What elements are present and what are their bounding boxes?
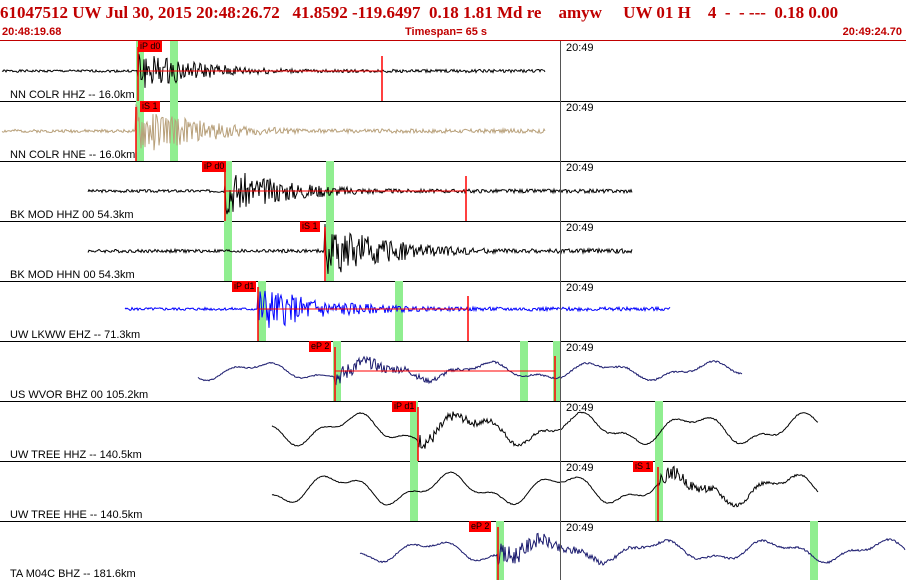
minute-marker-label: 20:49: [566, 522, 594, 534]
phase-pick-flag[interactable]: iP d1: [392, 401, 417, 412]
station-label: UW TREE HHZ -- 140.5km: [10, 449, 142, 461]
phase-pick-flag[interactable]: iP d0: [202, 161, 227, 172]
phase-window: [655, 461, 663, 521]
waveform-trace: [87, 221, 633, 281]
phase-pick-flag[interactable]: iP d0: [138, 41, 163, 52]
phase-pick-flag[interactable]: iP d1: [232, 281, 257, 292]
station-label: UW LKWW EHZ -- 71.3km: [10, 329, 141, 341]
phase-window: [655, 401, 663, 461]
minute-marker-line: [560, 221, 561, 281]
station-label: TA M04C BHZ -- 181.6km: [10, 568, 136, 580]
start-time: 20:48:19.68: [2, 26, 62, 38]
station-label: BK MOD HHZ 00 54.3km: [10, 209, 134, 221]
timespan-label: Timespan= 65 s: [405, 26, 488, 38]
waveform-line: [359, 532, 906, 566]
minute-marker-line: [560, 41, 561, 101]
seismogram-panel[interactable]: 20:49 iP d1 UW TREE HHZ -- 140.5km: [0, 401, 906, 462]
seismogram-panel[interactable]: 20:49 iP d0 NN COLR HHZ -- 16.0km: [0, 41, 906, 102]
seismogram-panel[interactable]: 20:49 iS 1 UW TREE HHE -- 140.5km: [0, 461, 906, 522]
waveform-line: [87, 172, 633, 215]
minute-marker-label: 20:49: [566, 342, 594, 354]
phase-pick-flag[interactable]: eP 2: [309, 341, 332, 352]
minute-marker-line: [560, 101, 561, 161]
minute-marker-line: [560, 401, 561, 461]
end-time: 20:49:24.70: [842, 26, 902, 38]
station-label: UW TREE HHE -- 140.5km: [10, 509, 143, 521]
minute-marker-label: 20:49: [566, 222, 594, 234]
waveform-line: [271, 411, 819, 449]
seismogram-panel[interactable]: 20:49 eP 2 US WVOR BHZ 00 105.2km: [0, 341, 906, 402]
waveform-line: [87, 223, 633, 274]
minute-marker-label: 20:49: [566, 42, 594, 54]
minute-marker-line: [560, 281, 561, 341]
seismogram-panel[interactable]: 20:49 iS 1 BK MOD HHN 00 54.3km: [0, 221, 906, 282]
seismogram-panel[interactable]: 20:49 iP d0 BK MOD HHZ 00 54.3km: [0, 161, 906, 222]
minute-marker-line: [560, 161, 561, 221]
waveform-trace: [1, 41, 546, 101]
phase-window: [810, 521, 818, 580]
station-label: NN COLR HHZ -- 16.0km: [10, 89, 135, 101]
seismogram-panel[interactable]: 20:49 iP d1 UW LKWW EHZ -- 71.3km: [0, 281, 906, 342]
waveform-trace: [87, 161, 633, 221]
phase-pick-flag[interactable]: iS 1: [140, 101, 160, 112]
minute-marker-label: 20:49: [566, 162, 594, 174]
phase-pick-flag[interactable]: iS 1: [633, 461, 653, 472]
station-label: NN COLR HNE -- 16.0km: [10, 149, 136, 161]
waveform-trace: [1, 101, 546, 161]
waveform-line: [1, 103, 546, 151]
station-label: US WVOR BHZ 00 105.2km: [10, 389, 149, 401]
minute-marker-label: 20:49: [566, 462, 594, 474]
minute-marker-line: [560, 341, 561, 401]
minute-marker-line: [560, 521, 561, 580]
waveform-trace: [359, 521, 906, 580]
minute-marker-line: [560, 461, 561, 521]
minute-marker-label: 20:49: [566, 282, 594, 294]
waveform-line: [271, 465, 819, 508]
minute-marker-label: 20:49: [566, 102, 594, 114]
event-title: 61047512 UW Jul 30, 2015 20:48:26.72 41.…: [0, 3, 839, 22]
seismogram-panel[interactable]: 20:49 iS 1 NN COLR HNE -- 16.0km: [0, 101, 906, 162]
seismogram-panel[interactable]: 20:49 eP 2 TA M04C BHZ -- 181.6km: [0, 521, 906, 580]
minute-marker-label: 20:49: [566, 402, 594, 414]
phase-pick-flag[interactable]: iS 1: [300, 221, 320, 232]
station-label: BK MOD HHN 00 54.3km: [10, 269, 135, 281]
phase-pick-flag[interactable]: eP 2: [469, 521, 492, 532]
time-axis-bar: 20:48:19.68 Timespan= 65 s 20:49:24.70: [0, 26, 906, 41]
